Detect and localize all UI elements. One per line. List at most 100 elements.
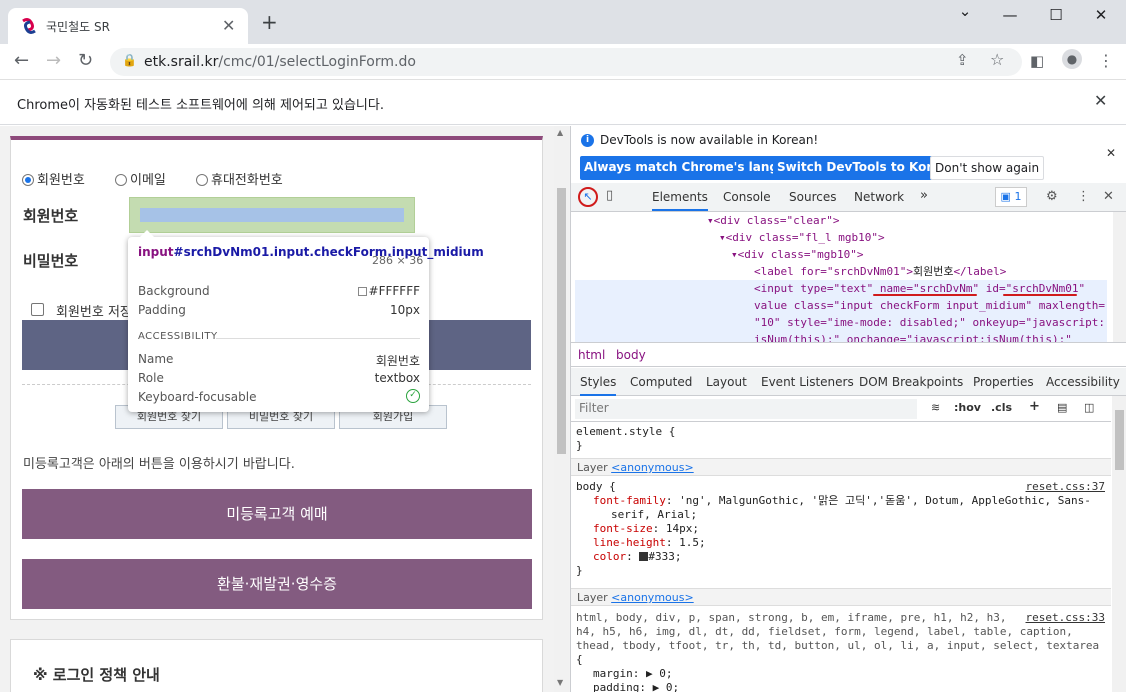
tooltip-background-row: Background #FFFFFF <box>138 284 420 298</box>
reset-rule-selector[interactable]: html, body, div, p, span, strong, b, em,… <box>576 611 1006 625</box>
css-declaration[interactable]: color: #333; <box>593 550 682 564</box>
maximize-button[interactable]: ☐ <box>1041 6 1071 24</box>
share-icon[interactable]: ⇪ <box>956 51 969 69</box>
tab-console[interactable]: Console <box>723 190 771 204</box>
sidebar-toggle-icon[interactable]: ◫ <box>1084 401 1094 414</box>
new-rule-icon[interactable]: + <box>1029 399 1040 414</box>
dont-show-again-button[interactable]: Don't show again <box>930 156 1045 180</box>
new-tab-button[interactable]: + <box>261 10 278 34</box>
tab-dom-breakpoints[interactable]: DOM Breakpoints <box>859 375 963 389</box>
cls-toggle[interactable]: .cls <box>991 401 1012 414</box>
layer-link[interactable]: <anonymous> <box>611 591 694 604</box>
tree-node[interactable]: ▾<div class="mgb10"> <box>731 246 863 263</box>
close-window-button[interactable]: ✕ <box>1086 6 1116 24</box>
tree-node-label[interactable]: <label for="srchDvNm01">회원번호</label> <box>754 263 1006 280</box>
tab-sources[interactable]: Sources <box>789 190 836 204</box>
inspect-element-icon[interactable]: ↖ <box>578 187 598 207</box>
forward-button[interactable]: → <box>46 50 61 71</box>
issues-badge[interactable]: ▣ 1 <box>995 187 1027 207</box>
back-button[interactable]: ← <box>14 50 29 71</box>
css-declaration[interactable]: font-family: 'ng', MalgunGothic, '맑은 고딕'… <box>593 494 1091 508</box>
device-toolbar-icon[interactable]: ▯ <box>606 188 613 203</box>
layer-header: Layer <anonymous> <box>571 458 1111 476</box>
tab-event-listeners[interactable]: Event Listeners <box>761 375 854 389</box>
css-value: 'ng', MalgunGothic, '맑은 고딕','돋움', Dotum,… <box>679 494 1091 507</box>
layer-label: Layer <box>577 461 608 474</box>
lock-icon[interactable]: 🔒 <box>122 53 137 67</box>
tab-layout[interactable]: Layout <box>706 375 747 389</box>
radio-member-number[interactable]: 회원번호 <box>22 169 85 188</box>
tab-close-icon[interactable]: ✕ <box>222 16 235 35</box>
css-declaration[interactable]: line-height: 1.5; <box>593 536 706 550</box>
reset-rule-selector[interactable]: thead, tbody, tfoot, tr, th, td, button,… <box>576 639 1099 653</box>
tree-node-input-cont[interactable]: isNum(this);" onchange="javascript:isNum… <box>754 331 1072 342</box>
tab-styles[interactable]: Styles <box>580 375 617 396</box>
page-scrollbar[interactable]: ▲ ▼ <box>554 126 569 692</box>
red-underline-annotation <box>873 294 977 296</box>
tab-computed[interactable]: Computed <box>630 375 692 389</box>
infobar-close-icon[interactable]: ✕ <box>1094 91 1107 110</box>
tab-search-icon[interactable]: ⌄ <box>950 2 980 20</box>
devtools-menu-icon[interactable]: ⋮ <box>1077 189 1090 204</box>
css-declaration[interactable]: font-size: 14px; <box>593 522 699 536</box>
minimize-button[interactable]: — <box>995 6 1025 24</box>
devtools-close-icon[interactable]: ✕ <box>1103 189 1114 204</box>
styles-scrollbar[interactable] <box>1112 396 1126 692</box>
crumb-body[interactable]: body <box>616 348 646 362</box>
crumb-html[interactable]: html <box>578 348 605 362</box>
reset-rule-selector[interactable]: h4, h5, h6, img, dl, dt, dd, fieldset, f… <box>576 625 1073 639</box>
tree-node[interactable]: ▾<div class="fl_l mgb10"> <box>719 229 885 246</box>
tooltip-name-row: Name 회원번호 <box>138 352 420 368</box>
side-panel-icon[interactable]: ◧ <box>1030 52 1044 70</box>
banner-close-icon[interactable]: ✕ <box>1106 146 1116 160</box>
radio-phone[interactable]: 휴대전화번호 <box>196 169 283 188</box>
css-declaration[interactable]: padding: ▶ 0; <box>593 681 679 692</box>
toggle-icon[interactable]: ≋ <box>931 401 940 414</box>
scrollbar-thumb[interactable] <box>1115 410 1124 470</box>
layer-link[interactable]: <anonymous> <box>611 461 694 474</box>
password-label: 비밀번호 <box>23 252 79 270</box>
tab-elements[interactable]: Elements <box>652 190 708 211</box>
member-number-input[interactable] <box>129 197 415 233</box>
scroll-up-icon[interactable]: ▲ <box>557 128 563 137</box>
hov-toggle[interactable]: :hov <box>954 401 981 414</box>
elements-scrollbar[interactable] <box>1113 212 1126 342</box>
url-domain: etk.srail.kr <box>144 54 219 70</box>
row-label: Name <box>138 352 174 366</box>
refund-button[interactable]: 환불·재발권·영수증 <box>22 559 532 609</box>
tooltip-selector: input#srchDvNm01.input.checkForm.input_m… <box>138 244 484 261</box>
body-rule-selector[interactable]: body { <box>576 480 616 494</box>
scroll-down-icon[interactable]: ▼ <box>557 678 563 687</box>
css-declaration[interactable]: margin: ▶ 0; <box>593 667 672 681</box>
radio-label: 회원번호 <box>37 173 85 188</box>
tab-properties[interactable]: Properties <box>973 375 1034 389</box>
more-tabs-icon[interactable]: » <box>920 188 928 203</box>
save-member-checkbox[interactable] <box>31 303 44 316</box>
tree-node-input-cont[interactable]: value class="input checkForm input_midiu… <box>754 297 1105 314</box>
tree-node-input-cont[interactable]: "10" style="ime-mode: disabled;" onkeyup… <box>754 314 1105 331</box>
chrome-menu-icon[interactable]: ⋮ <box>1098 51 1114 70</box>
tab-accessibility[interactable]: Accessibility <box>1046 375 1120 389</box>
settings-gear-icon[interactable]: ⚙ <box>1046 189 1058 204</box>
source-link[interactable]: reset.css:33 <box>1026 611 1105 625</box>
input-content-highlight <box>140 208 404 222</box>
bookmark-star-icon[interactable]: ☆ <box>990 50 1004 69</box>
tree-node[interactable]: ▾<div class="clear"> <box>707 212 839 229</box>
address-bar[interactable]: 🔒 etk.srail.kr/cmc/01/selectLoginForm.do… <box>110 48 1022 76</box>
row-value: #FFFFFF <box>357 284 420 298</box>
source-link[interactable]: reset.css:37 <box>1026 480 1105 494</box>
reload-button[interactable]: ↻ <box>78 50 93 71</box>
profile-icon[interactable]: ● <box>1062 49 1082 69</box>
scrollbar-thumb[interactable] <box>557 188 566 454</box>
selector-tag: input <box>138 245 174 259</box>
styles-filter-input[interactable]: Filter <box>575 399 917 419</box>
tab-network[interactable]: Network <box>854 190 904 204</box>
browser-tab[interactable]: 국민철도 SR ✕ <box>8 8 248 44</box>
computed-toggle-icon[interactable]: ▤ <box>1057 401 1067 414</box>
radio-email[interactable]: 이메일 <box>115 169 166 188</box>
url-text[interactable]: etk.srail.kr/cmc/01/selectLoginForm.do <box>144 54 416 70</box>
tooltip-size: 286 × 36 <box>372 254 424 267</box>
member-number-label: 회원번호 <box>23 207 79 225</box>
guest-booking-button[interactable]: 미등록고객 예매 <box>22 489 532 539</box>
element-style-rule[interactable]: element.style { <box>576 425 675 439</box>
